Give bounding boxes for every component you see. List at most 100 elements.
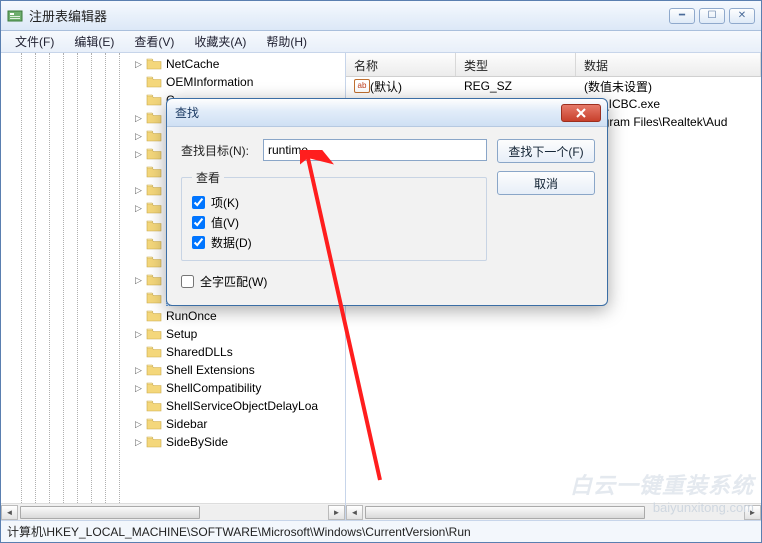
expand-icon[interactable]: ▷ — [133, 329, 144, 340]
folder-icon — [146, 111, 162, 125]
minimize-button[interactable]: ━ — [669, 8, 695, 24]
chk-data[interactable]: 数据(D) — [192, 232, 476, 252]
expand-icon[interactable] — [133, 257, 144, 268]
folder-icon — [146, 237, 162, 251]
chk-keys-box[interactable] — [192, 196, 205, 209]
list-hscrollbar[interactable]: ◄ ► — [346, 503, 761, 520]
folder-icon — [146, 201, 162, 215]
scroll-left-button[interactable]: ◄ — [346, 505, 363, 520]
folder-icon — [146, 345, 162, 359]
tree-node[interactable]: ▷SideBySide — [3, 433, 345, 451]
tree-node-label: Sidebar — [166, 417, 207, 431]
tree-node[interactable]: ▷ShellCompatibility — [3, 379, 345, 397]
expand-icon[interactable]: ▷ — [133, 419, 144, 430]
expand-icon[interactable] — [133, 401, 144, 412]
chk-values-box[interactable] — [192, 216, 205, 229]
expand-icon[interactable]: ▷ — [133, 149, 144, 160]
col-name[interactable]: 名称 — [346, 53, 456, 76]
scroll-right-button[interactable]: ► — [328, 505, 345, 520]
expand-icon[interactable]: ▷ — [133, 113, 144, 124]
find-target-input[interactable] — [263, 139, 487, 161]
dialog-close-button[interactable] — [561, 104, 601, 122]
close-button[interactable]: ✕ — [729, 8, 755, 24]
folder-icon — [146, 417, 162, 431]
dialog-left: 查找目标(N): 查看 项(K) 值(V) 数据(D) 全字匹配(W) — [181, 139, 487, 291]
expand-icon[interactable] — [133, 167, 144, 178]
tree-node-label: Shell Extensions — [166, 363, 255, 377]
tree-node[interactable]: ▷ Shell Extensions — [3, 361, 345, 379]
dialog-titlebar[interactable]: 查找 — [167, 99, 607, 127]
menu-edit[interactable]: 编辑(E) — [66, 31, 122, 52]
string-value-icon: ab — [354, 79, 370, 93]
folder-icon — [146, 165, 162, 179]
expand-icon[interactable] — [133, 95, 144, 106]
expand-icon[interactable] — [133, 293, 144, 304]
scroll-left-button[interactable]: ◄ — [1, 505, 18, 520]
menu-favorites[interactable]: 收藏夹(A) — [186, 31, 254, 52]
tree-node-label: Setup — [166, 327, 197, 341]
app-icon — [7, 8, 23, 24]
expand-icon[interactable]: ▷ — [133, 185, 144, 196]
expand-icon[interactable]: ▷ — [133, 365, 144, 376]
tree-node[interactable]: OEMInformation — [3, 73, 345, 91]
expand-icon[interactable] — [133, 239, 144, 250]
scroll-track[interactable] — [363, 505, 744, 520]
folder-icon — [146, 291, 162, 305]
menu-file[interactable]: 文件(F) — [7, 31, 62, 52]
tree-hscrollbar[interactable]: ◄ ► — [1, 503, 345, 520]
chk-data-box[interactable] — [192, 236, 205, 249]
tree-node[interactable]: SharedDLLs — [3, 343, 345, 361]
titlebar[interactable]: 注册表编辑器 ━ ☐ ✕ — [1, 1, 761, 31]
folder-icon — [146, 327, 162, 341]
list-row[interactable]: ab(默认)REG_SZ(数值未设置) — [346, 77, 761, 95]
chk-whole-word[interactable]: 全字匹配(W) — [181, 271, 487, 291]
maximize-button[interactable]: ☐ — [699, 8, 725, 24]
folder-icon — [146, 255, 162, 269]
folder-icon — [146, 183, 162, 197]
tree-node-label: RunOnce — [166, 309, 217, 323]
expand-icon[interactable]: ▷ — [133, 203, 144, 214]
folder-icon — [146, 75, 162, 89]
expand-icon[interactable] — [133, 77, 144, 88]
tree-node-label: SharedDLLs — [166, 345, 233, 359]
find-target-label: 查找目标(N): — [181, 142, 263, 159]
expand-icon[interactable]: ▷ — [133, 131, 144, 142]
chk-keys[interactable]: 项(K) — [192, 192, 476, 212]
chk-whole-word-box[interactable] — [181, 275, 194, 288]
folder-icon — [146, 399, 162, 413]
expand-icon[interactable]: ▷ — [133, 383, 144, 394]
menu-help[interactable]: 帮助(H) — [258, 31, 315, 52]
menubar: 文件(F) 编辑(E) 查看(V) 收藏夹(A) 帮助(H) — [1, 31, 761, 53]
expand-icon[interactable]: ▷ — [133, 59, 144, 70]
folder-icon — [146, 309, 162, 323]
tree-node[interactable]: ▷ Sidebar — [3, 415, 345, 433]
expand-icon[interactable] — [133, 347, 144, 358]
scroll-thumb[interactable] — [365, 506, 645, 519]
expand-icon[interactable] — [133, 311, 144, 322]
scroll-thumb[interactable] — [20, 506, 200, 519]
menu-view[interactable]: 查看(V) — [126, 31, 182, 52]
find-next-button[interactable]: 查找下一个(F) — [497, 139, 595, 163]
cell-type: REG_SZ — [456, 79, 576, 93]
cancel-button[interactable]: 取消 — [497, 171, 595, 195]
scroll-track[interactable] — [18, 505, 328, 520]
expand-icon[interactable]: ▷ — [133, 275, 144, 286]
folder-icon — [146, 363, 162, 377]
chk-values[interactable]: 值(V) — [192, 212, 476, 232]
col-data[interactable]: 数据 — [576, 53, 761, 76]
tree-node[interactable]: ▷ Setup — [3, 325, 345, 343]
tree-node[interactable]: RunOnce — [3, 307, 345, 325]
tree-node[interactable]: ShellServiceObjectDelayLoa — [3, 397, 345, 415]
folder-icon — [146, 273, 162, 287]
expand-icon[interactable]: ▷ — [133, 437, 144, 448]
tree-node-label: NetCache — [166, 57, 219, 71]
col-type[interactable]: 类型 — [456, 53, 576, 76]
find-dialog[interactable]: 查找 查找目标(N): 查看 项(K) 值(V) 数据(D) 全字匹配(W) 查… — [166, 98, 608, 306]
cell-data: (数值未设置) — [576, 78, 761, 95]
look-at-legend: 查看 — [192, 169, 224, 186]
scroll-right-button[interactable]: ► — [744, 505, 761, 520]
folder-icon — [146, 129, 162, 143]
find-target-row: 查找目标(N): — [181, 139, 487, 161]
expand-icon[interactable] — [133, 221, 144, 232]
tree-node[interactable]: ▷ NetCache — [3, 55, 345, 73]
